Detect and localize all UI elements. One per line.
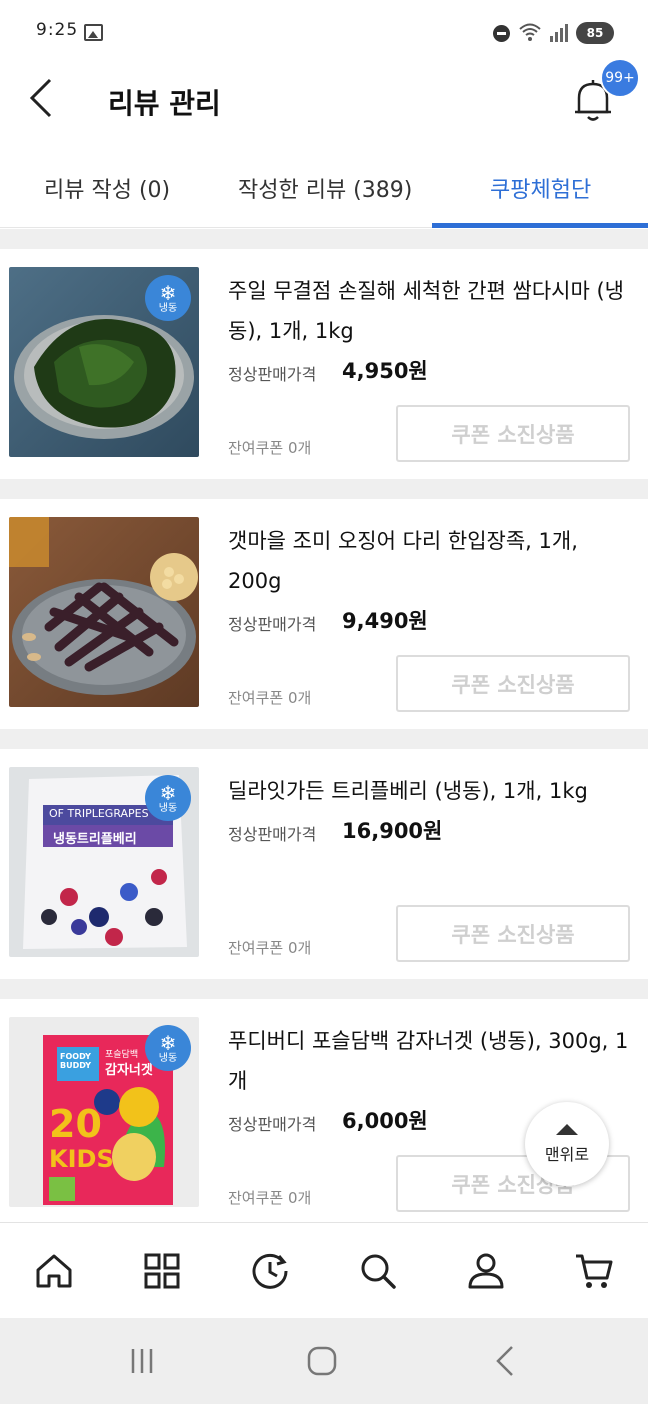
product-image-squid bbox=[9, 517, 199, 707]
product-name[interactable]: 주일 무결점 손질해 세척한 간편 쌈다시마 (냉동), 1개, 1kg bbox=[228, 271, 633, 351]
scroll-to-top-label: 맨위로 bbox=[544, 1144, 590, 1164]
nav-cart[interactable] bbox=[568, 1245, 620, 1297]
scroll-to-top-button[interactable]: 맨위로 bbox=[525, 1102, 609, 1186]
coupon-soldout-button[interactable]: 쿠폰 소진상품 bbox=[396, 405, 630, 462]
nav-history[interactable] bbox=[244, 1245, 296, 1297]
product-price: 16,900원 bbox=[342, 819, 443, 843]
package-label: 냉동트리플베리 bbox=[53, 832, 137, 847]
battery-indicator: 85 bbox=[576, 22, 614, 44]
back-button[interactable] bbox=[28, 78, 68, 118]
product-name[interactable]: 갯마을 조미 오징어 다리 한입장족, 1개, 200g bbox=[228, 521, 633, 601]
search-icon bbox=[361, 1254, 396, 1289]
wifi-icon bbox=[518, 22, 542, 47]
package-label: 감자너겟 bbox=[105, 1063, 153, 1078]
gallery-notification-icon bbox=[84, 24, 103, 41]
snowflake-icon: ❄ bbox=[159, 280, 177, 305]
package-label: OF TRIPLEGRAPES bbox=[49, 807, 149, 820]
section-divider bbox=[0, 729, 648, 749]
product-price: 6,000원 bbox=[342, 1109, 428, 1133]
svg-text:20: 20 bbox=[49, 1102, 102, 1146]
status-time: 9:25 bbox=[36, 20, 79, 40]
do-not-disturb-icon bbox=[493, 25, 510, 42]
price-label: 정상판매가격 bbox=[228, 1115, 317, 1134]
remaining-coupons: 잔여쿠폰 0개 bbox=[228, 439, 312, 457]
category-grid-icon bbox=[144, 1253, 180, 1289]
history-clock-icon bbox=[252, 1253, 288, 1289]
coupon-soldout-button[interactable]: 쿠폰 소진상품 bbox=[396, 655, 630, 712]
app-header: 리뷰 관리 bbox=[0, 64, 648, 144]
nav-my-page[interactable] bbox=[460, 1245, 512, 1297]
system-navigation-bar bbox=[0, 1318, 648, 1404]
recent-apps-button[interactable] bbox=[122, 1344, 162, 1378]
back-system-button[interactable] bbox=[486, 1344, 526, 1378]
back-arrow-icon bbox=[496, 1346, 513, 1376]
section-divider bbox=[0, 979, 648, 999]
tab-written-reviews[interactable]: 작성한 리뷰 (389) bbox=[238, 172, 412, 204]
product-image-seaweed: ❄ 냉동 bbox=[9, 267, 199, 457]
snowflake-icon: ❄ bbox=[159, 1030, 177, 1055]
product-price: 4,950원 bbox=[342, 359, 428, 383]
package-label: KIDS bbox=[49, 1145, 114, 1173]
home-icon bbox=[36, 1254, 72, 1288]
product-card[interactable]: ❄ 냉동 주일 무결점 손질해 세척한 간편 쌈다시마 (냉동), 1개, 1kg… bbox=[0, 249, 648, 479]
cart-icon bbox=[576, 1254, 613, 1288]
snowflake-icon: ❄ bbox=[159, 780, 177, 805]
price-label: 정상판매가격 bbox=[228, 615, 317, 634]
frozen-badge: ❄ 냉동 bbox=[145, 775, 191, 821]
product-card[interactable]: OF TRIPLEGRAPES 냉동트리플베리 ❄ 냉동 딜라잇가든 트리플베리 … bbox=[0, 749, 648, 979]
section-divider bbox=[0, 229, 648, 249]
remaining-coupons: 잔여쿠폰 0개 bbox=[228, 1189, 312, 1207]
chevron-left-icon bbox=[29, 78, 52, 118]
remaining-coupons: 잔여쿠폰 0개 bbox=[228, 689, 312, 707]
arrow-up-icon bbox=[556, 1123, 578, 1135]
remaining-coupons: 잔여쿠폰 0개 bbox=[228, 939, 312, 957]
product-price: 9,490원 bbox=[342, 609, 428, 633]
home-system-button[interactable] bbox=[302, 1344, 342, 1378]
product-name[interactable]: 딜라잇가든 트리플베리 (냉동), 1개, 1kg bbox=[228, 771, 633, 811]
section-divider bbox=[0, 479, 648, 499]
product-image-potato-nugget: 20 FOODY BUDDY 포슬담백 감자너겟 KIDS ❄ 냉동 bbox=[9, 1017, 199, 1207]
price-label: 정상판매가격 bbox=[228, 365, 317, 384]
product-name[interactable]: 푸디버디 포슬담백 감자너겟 (냉동), 300g, 1개 bbox=[228, 1021, 633, 1101]
product-card[interactable]: 갯마을 조미 오징어 다리 한입장족, 1개, 200g 정상판매가격 9,49… bbox=[0, 499, 648, 729]
nav-home[interactable] bbox=[28, 1245, 80, 1297]
tab-write-review[interactable]: 리뷰 작성 (0) bbox=[44, 172, 170, 204]
page-title: 리뷰 관리 bbox=[108, 87, 221, 120]
frozen-badge: ❄ 냉동 bbox=[145, 275, 191, 321]
review-tabs: 리뷰 작성 (0) 작성한 리뷰 (389) 쿠팡체험단 bbox=[0, 150, 648, 228]
recent-apps-icon bbox=[131, 1349, 153, 1373]
package-label: FOODY BUDDY bbox=[60, 1052, 92, 1070]
active-tab-indicator bbox=[432, 223, 648, 228]
nav-category[interactable] bbox=[136, 1245, 188, 1297]
status-bar: 9:25 85 bbox=[0, 0, 648, 64]
notification-count-badge: 99+ bbox=[600, 58, 640, 98]
product-image-berries: OF TRIPLEGRAPES 냉동트리플베리 ❄ 냉동 bbox=[9, 767, 199, 957]
nav-search[interactable] bbox=[352, 1245, 404, 1297]
user-icon bbox=[468, 1253, 504, 1289]
signal-icon bbox=[550, 24, 570, 42]
tab-coupang-trial[interactable]: 쿠팡체험단 bbox=[490, 172, 591, 204]
bottom-navigation bbox=[0, 1222, 648, 1318]
coupon-soldout-button[interactable]: 쿠폰 소진상품 bbox=[396, 905, 630, 962]
home-system-icon bbox=[307, 1346, 337, 1376]
price-label: 정상판매가격 bbox=[228, 825, 317, 844]
frozen-badge: ❄ 냉동 bbox=[145, 1025, 191, 1071]
